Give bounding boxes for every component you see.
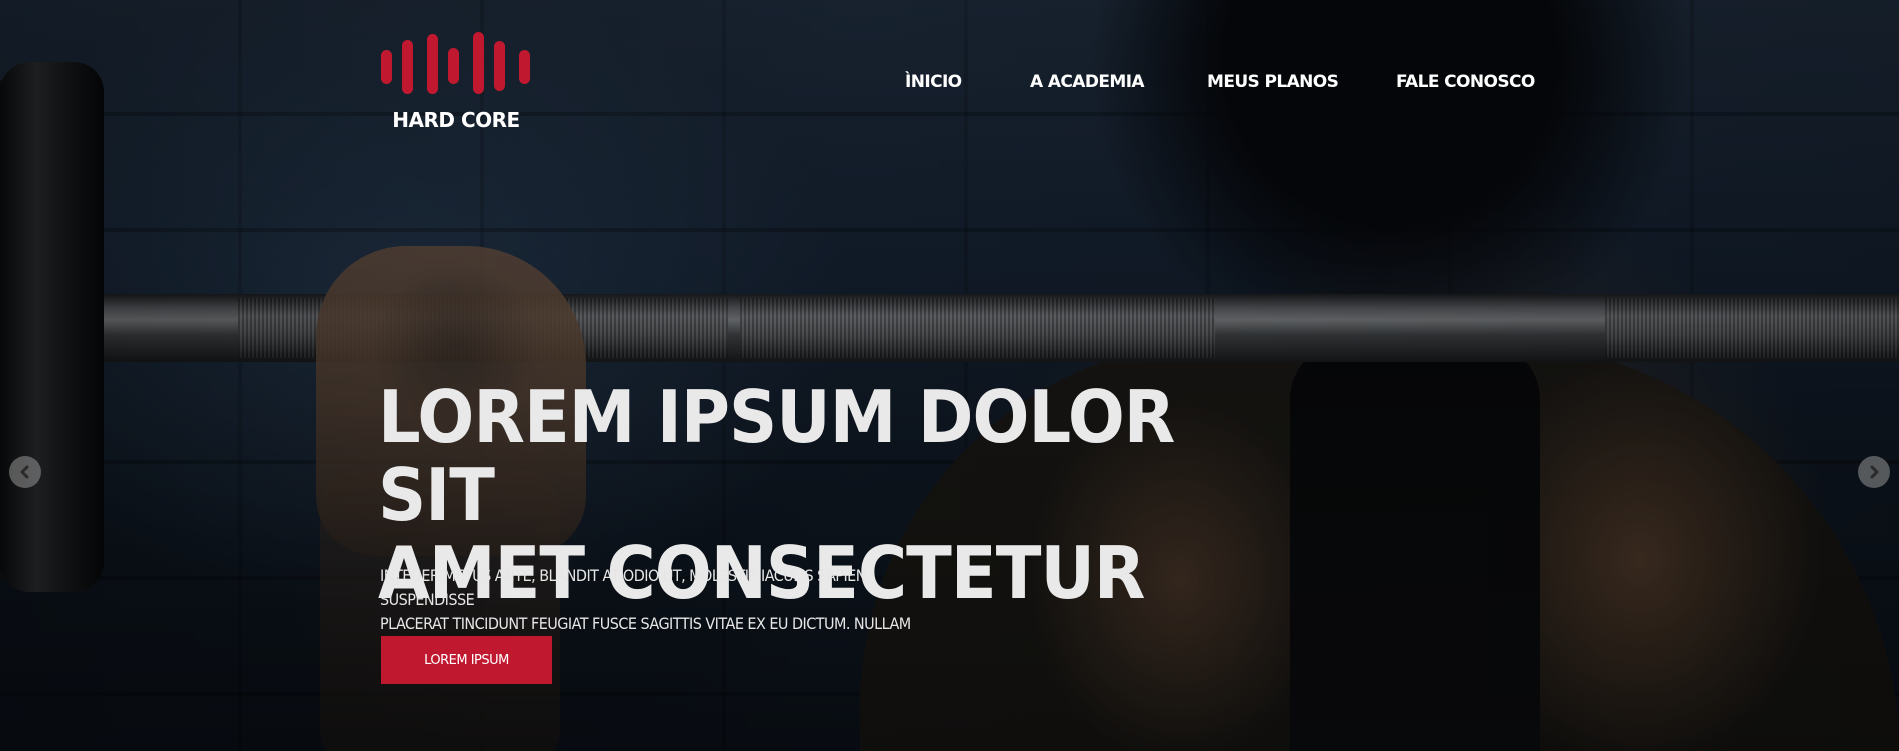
sound-wave-icon	[381, 32, 530, 94]
hero-headline-line1: LOREM IPSUM DOLOR SIT	[378, 375, 1175, 537]
chevron-right-icon	[1870, 465, 1879, 479]
nav-item-meus-planos[interactable]: MEUS PLANOS	[1207, 72, 1339, 92]
chevron-left-icon	[20, 465, 29, 479]
hero-subtext-line1: INTEGER METUS ANTE, BLANDIT AT ODIO UT, …	[380, 566, 871, 609]
nav-item-a-academia[interactable]: A ACADEMIA	[1030, 72, 1145, 92]
hero-slider: HARD CORE ÌNICIO A ACADEMIA MEUS PLANOS …	[0, 0, 1899, 751]
hero-cta-button[interactable]: LOREM IPSUM	[381, 636, 552, 684]
slider-prev-button[interactable]	[9, 456, 41, 488]
nav-item-inicio[interactable]: ÌNICIO	[905, 72, 962, 92]
brand-name: HARD CORE	[392, 108, 520, 132]
slider-next-button[interactable]	[1858, 456, 1890, 488]
brand-logo[interactable]: HARD CORE	[380, 32, 532, 136]
nav-item-fale-conosco[interactable]: FALE CONOSCO	[1396, 72, 1535, 92]
